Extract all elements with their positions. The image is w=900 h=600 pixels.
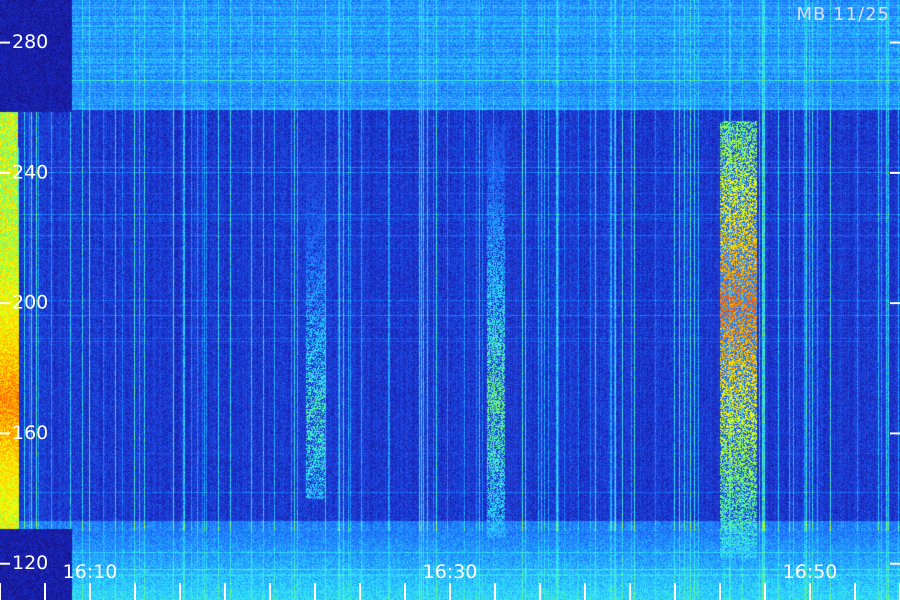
spectrogram-heatmap xyxy=(0,0,900,600)
caption-label: MB 11/25 xyxy=(796,4,890,25)
